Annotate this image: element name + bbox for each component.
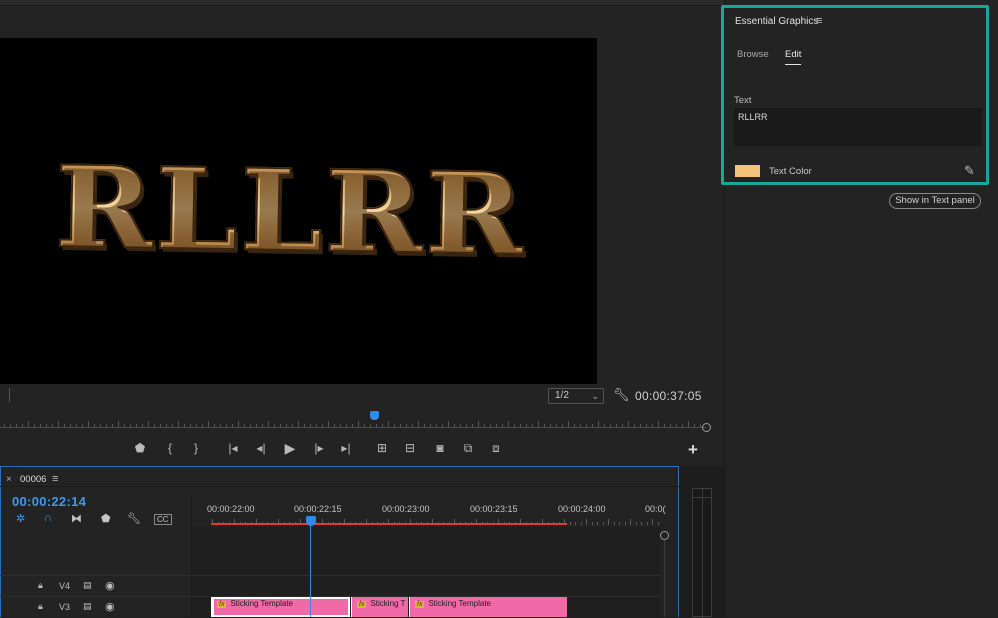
sync-lock-icon[interactable]: ▤ xyxy=(83,601,92,612)
ruler-tick xyxy=(624,522,626,525)
ruler-tick xyxy=(608,519,609,525)
text-color-label: Text Color xyxy=(769,166,812,177)
text-input[interactable]: RLLRR xyxy=(734,108,982,146)
close-icon[interactable]: × xyxy=(6,474,12,485)
monitor-timecode[interactable]: 00:00:37:05 xyxy=(635,389,702,403)
snap-magnet-icon[interactable]: ∩ xyxy=(44,512,52,524)
ruler-label: 00:00:22:15 xyxy=(294,504,342,514)
sequence-tab[interactable]: 00006 xyxy=(20,474,46,485)
overwrite-icon[interactable]: ⊟ xyxy=(400,441,420,455)
ruler-tick xyxy=(657,522,659,525)
timeline-tools: ✲ ∩ ⧓ ⬟ 🔧︎ CC xyxy=(12,512,187,528)
fx-badge: fx xyxy=(357,601,367,608)
tab-edit[interactable]: Edit xyxy=(785,49,802,65)
resolution-value: 1/2 xyxy=(555,390,569,401)
vertical-zoom-handle[interactable] xyxy=(660,531,669,540)
captions-icon[interactable]: CC xyxy=(154,514,172,525)
lock-icon[interactable]: 🔒︎ xyxy=(38,580,43,591)
lock-icon[interactable]: 🔒︎ xyxy=(38,601,43,612)
show-in-text-panel-button[interactable]: Show in Text panel xyxy=(889,193,981,209)
multi-camera-icon[interactable]: ⧈ xyxy=(486,441,506,456)
timeline-clip[interactable]: fx Sticking Template xyxy=(211,597,350,617)
ruler-label: 00:0( xyxy=(645,504,666,514)
nest-icon[interactable]: ✲ xyxy=(16,512,25,525)
zoom-dropdown[interactable] xyxy=(0,388,10,402)
marker-icon[interactable]: ⬟ xyxy=(130,441,150,455)
ruler-tick xyxy=(575,522,576,525)
text-field-label: Text xyxy=(734,95,752,106)
eye-icon[interactable]: ◉ xyxy=(105,579,115,592)
ruler-tick xyxy=(602,522,604,525)
transport-controls: ⬟ { } |◂ ◂| ▶ |▸ ▸| ⊞ ⊟ ◙ ⧉ ⧈ xyxy=(120,438,720,458)
ruler-label: 00:00:24:00 xyxy=(558,504,606,514)
ruler-label: 00:00:23:15 xyxy=(470,504,518,514)
track-label-v3[interactable]: V3 xyxy=(59,602,70,612)
hamburger-icon[interactable]: ≡ xyxy=(816,15,822,27)
ruler-tick xyxy=(641,522,642,525)
track-label-v4[interactable]: V4 xyxy=(59,581,70,591)
play-icon[interactable]: ▶ xyxy=(280,440,300,457)
monitor-scrub-line xyxy=(0,427,706,428)
preview-title-text: RLLRR xyxy=(53,140,527,282)
ruler-tick xyxy=(646,522,648,525)
panel-title: Essential Graphics xyxy=(735,16,819,27)
fx-badge: fx xyxy=(217,601,227,608)
timeline-playhead[interactable] xyxy=(306,516,316,526)
ruler-tick xyxy=(630,519,631,525)
chevron-down-icon: ⌄ xyxy=(591,391,599,401)
essential-graphics-highlight xyxy=(721,5,989,185)
fx-badge: fx xyxy=(415,601,425,608)
ruler-tick xyxy=(580,522,582,525)
ruler-tick xyxy=(586,519,587,525)
eye-icon[interactable]: ◉ xyxy=(105,600,115,613)
wrench-icon[interactable]: 🔧︎ xyxy=(613,387,630,403)
clip-label: Sticking T xyxy=(370,599,406,608)
add-button-icon[interactable]: + xyxy=(688,440,698,460)
timeline-divider xyxy=(0,486,679,487)
comparison-view-icon[interactable]: ⧉ xyxy=(458,441,478,456)
hamburger-icon[interactable]: ≡ xyxy=(52,473,58,485)
mark-out-icon[interactable]: } xyxy=(186,441,206,455)
clip-label: Sticking Template xyxy=(230,599,294,608)
ruler-tick xyxy=(597,522,598,525)
timeline-playhead-line xyxy=(310,524,311,617)
insert-icon[interactable]: ⊞ xyxy=(372,441,392,455)
add-marker-icon[interactable]: ⬟ xyxy=(101,512,111,525)
ruler-tick xyxy=(613,522,615,525)
wrench-icon[interactable]: 🔧︎ xyxy=(127,512,141,525)
monitor-zoom-handle[interactable] xyxy=(702,423,711,432)
eyedropper-icon[interactable]: ✎ xyxy=(964,163,975,179)
tab-browse[interactable]: Browse xyxy=(737,49,769,60)
ruler-tick xyxy=(635,522,637,525)
render-bar xyxy=(211,523,567,525)
ruler-label: 00:00:23:00 xyxy=(382,504,430,514)
step-back-icon[interactable]: ◂| xyxy=(251,441,271,455)
sync-lock-icon[interactable]: ▤ xyxy=(83,580,92,591)
timeline-clip[interactable]: fx Sticking Template xyxy=(409,597,567,617)
go-to-in-icon[interactable]: |◂ xyxy=(223,441,243,455)
mark-in-icon[interactable]: { xyxy=(160,441,180,455)
ruler-tick xyxy=(569,522,571,525)
ruler-label: 00:00:22:00 xyxy=(207,504,255,514)
ruler-tick xyxy=(591,522,593,525)
go-to-out-icon[interactable]: ▸| xyxy=(336,441,356,455)
track-separator xyxy=(0,575,660,576)
ruler-tick xyxy=(652,519,653,525)
vertical-scrollbar[interactable] xyxy=(664,540,665,617)
timeline-timecode[interactable]: 00:00:22:14 xyxy=(12,494,86,509)
resolution-select[interactable]: 1/2 ⌄ xyxy=(548,388,604,404)
timeline-clip[interactable]: fx Sticking T xyxy=(351,597,408,617)
audio-meter xyxy=(692,488,712,618)
camera-icon[interactable]: ◙ xyxy=(430,441,450,455)
linked-selection-icon[interactable]: ⧓ xyxy=(71,512,82,525)
panel-top-strip xyxy=(0,0,724,6)
ruler-tick xyxy=(619,522,620,525)
clip-label: Sticking Template xyxy=(428,599,492,608)
text-color-swatch[interactable] xyxy=(735,165,760,177)
step-forward-icon[interactable]: |▸ xyxy=(309,441,329,455)
monitor-playhead[interactable] xyxy=(370,411,379,420)
